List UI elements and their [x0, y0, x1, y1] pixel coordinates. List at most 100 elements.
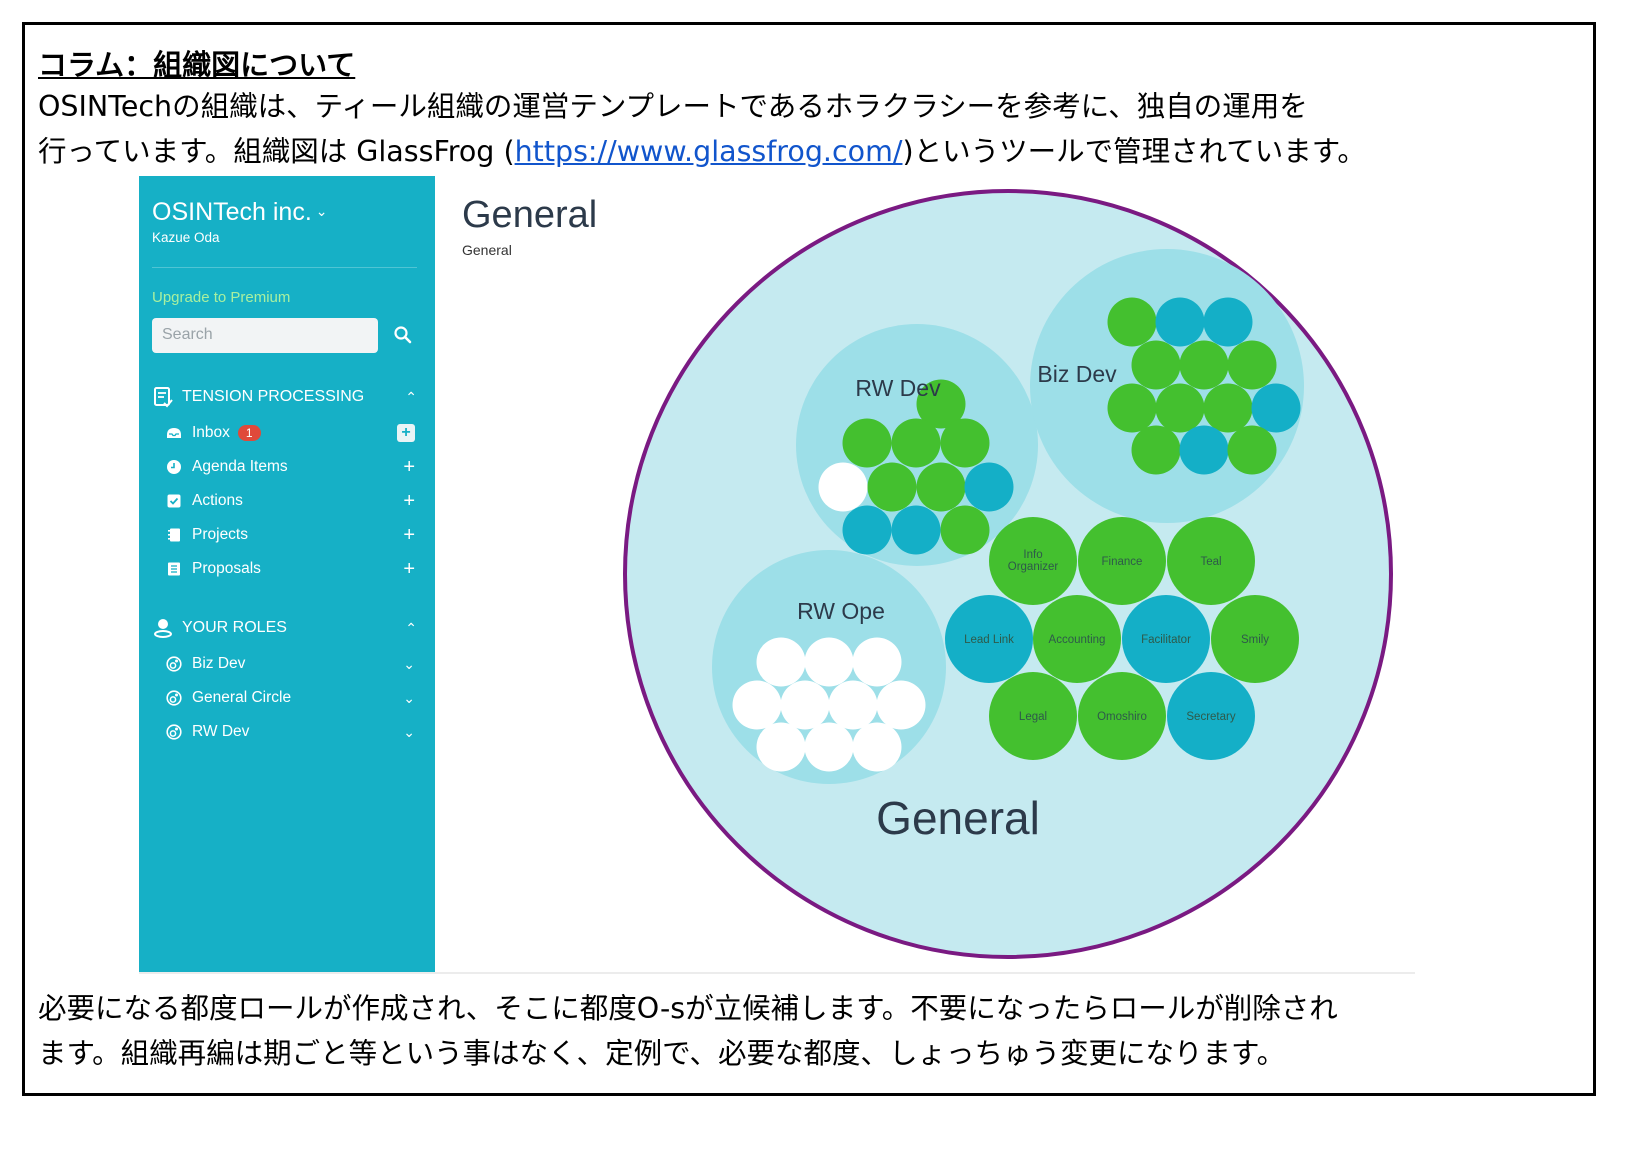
role-label: Info: [1023, 549, 1042, 561]
item-label: Inbox: [192, 424, 230, 441]
add-proposal-button[interactable]: +: [403, 559, 415, 579]
sidebar: OSINTech inc. ⌄ Kazue Oda Upgrade to Prem…: [139, 176, 435, 972]
chevron-down-icon: ⌄: [315, 203, 328, 219]
role-bubble[interactable]: [818, 462, 868, 512]
role-label: Organizer: [1008, 561, 1059, 573]
role-bubble[interactable]: [756, 722, 806, 772]
outro-line-1: 必要になる都度ロールが作成され、そこに都度O-sが立候補します。不要になったらロ…: [38, 992, 1338, 1025]
circle-label-rw-dev: RW Dev: [855, 375, 941, 401]
item-label: General Circle: [192, 689, 292, 706]
role-bubble[interactable]: [1131, 425, 1181, 475]
role-bubble[interactable]: [1203, 383, 1253, 433]
role-label: Smily: [1241, 634, 1269, 646]
role-bubble[interactable]: [828, 680, 878, 730]
add-inbox-button[interactable]: +: [397, 424, 415, 442]
checkbox-icon: [167, 494, 181, 508]
section-label: TENSION PROCESSING: [182, 388, 365, 405]
role-bubble[interactable]: [964, 462, 1014, 512]
role-bubble[interactable]: [756, 637, 806, 687]
item-label: Agenda Items: [192, 458, 288, 475]
add-project-button[interactable]: +: [403, 525, 415, 545]
section-your-roles[interactable]: YOUR ROLES ⌃: [152, 617, 417, 639]
role-bubble[interactable]: [804, 722, 854, 772]
search-input[interactable]: Search: [152, 318, 378, 353]
org-name: OSINTech inc.: [152, 198, 312, 226]
role-bubble[interactable]: [1227, 340, 1277, 390]
role-icon: [166, 690, 182, 706]
inbox-count-badge: 1: [237, 425, 261, 441]
role-bubble[interactable]: [1155, 383, 1205, 433]
item-label: Projects: [192, 526, 248, 543]
role-bubble[interactable]: [780, 680, 830, 730]
role-label: Teal: [1200, 556, 1221, 568]
add-action-button[interactable]: +: [403, 491, 415, 511]
role-label: Finance: [1102, 556, 1143, 568]
glassfrog-link[interactable]: https://www.glassfrog.com/: [515, 135, 903, 168]
search-icon[interactable]: [393, 325, 413, 345]
role-bubble[interactable]: [940, 505, 990, 555]
item-label: RW Dev: [192, 723, 250, 740]
sidebar-item-agenda-items[interactable]: Agenda Items +: [166, 457, 415, 477]
tension-list-icon: [154, 387, 173, 408]
section-label: YOUR ROLES: [182, 619, 287, 636]
inbox-icon: [167, 428, 181, 438]
role-bubble[interactable]: [940, 418, 990, 468]
section-tension-processing[interactable]: TENSION PROCESSING ⌃: [152, 386, 417, 408]
chevron-up-icon[interactable]: ⌃: [405, 389, 417, 406]
role-bubble[interactable]: [891, 418, 941, 468]
circle-label-general: General: [876, 792, 1040, 844]
upgrade-link[interactable]: Upgrade to Premium: [152, 289, 290, 306]
role-bubble[interactable]: [1203, 297, 1253, 347]
sidebar-item-projects[interactable]: Projects +: [166, 525, 415, 545]
chevron-down-icon[interactable]: ⌄: [403, 690, 415, 706]
role-bubble[interactable]: [1227, 425, 1277, 475]
clock-icon: [167, 460, 181, 474]
sidebar-role-general-circle[interactable]: General Circle ⌄: [166, 689, 415, 707]
sidebar-role-rw-dev[interactable]: RW Dev ⌄: [166, 723, 415, 741]
role-bubble[interactable]: [732, 680, 782, 730]
role-label: Omoshiro: [1097, 711, 1147, 723]
role-bubble[interactable]: [852, 637, 902, 687]
intro-paragraph: OSINTechの組織は、ティール組織の運営テンプレートであるホラクラシーを参考…: [38, 84, 1366, 174]
role-bubble[interactable]: [842, 418, 892, 468]
role-bubble[interactable]: [1179, 425, 1229, 475]
document-icon: [168, 562, 180, 576]
add-agenda-item-button[interactable]: +: [403, 457, 415, 477]
sidebar-item-actions[interactable]: Actions +: [166, 491, 415, 511]
role-bubble[interactable]: [1131, 340, 1181, 390]
role-bubble[interactable]: [1155, 297, 1205, 347]
sidebar-item-inbox[interactable]: Inbox 1 +: [166, 424, 415, 442]
chevron-up-icon[interactable]: ⌃: [405, 620, 417, 637]
role-icon: [166, 656, 182, 672]
item-label: Biz Dev: [192, 655, 246, 672]
role-bubble[interactable]: [891, 505, 941, 555]
chevron-down-icon[interactable]: ⌄: [403, 656, 415, 672]
intro-line-1: OSINTechの組織は、ティール組織の運営テンプレートであるホラクラシーを参考…: [38, 90, 1308, 123]
user-role-icon: [154, 619, 172, 638]
role-bubble[interactable]: [1179, 340, 1229, 390]
glassfrog-screenshot: OSINTech inc. ⌄ Kazue Oda Upgrade to Prem…: [139, 176, 1415, 974]
user-name: Kazue Oda: [152, 230, 220, 245]
chevron-down-icon[interactable]: ⌄: [403, 724, 415, 740]
role-bubble[interactable]: [1251, 383, 1301, 433]
org-chart: RW Dev Biz Dev RW Ope InfoOrganizer Finance T…: [623, 189, 1393, 959]
role-bubble[interactable]: [852, 722, 902, 772]
role-label: Legal: [1019, 711, 1047, 723]
org-switcher[interactable]: OSINTech inc. ⌄: [152, 198, 328, 227]
item-label: Proposals: [192, 560, 261, 577]
role-bubble[interactable]: [804, 637, 854, 687]
column-title: コラム：組織図について: [38, 48, 356, 82]
role-bubble[interactable]: [876, 680, 926, 730]
role-bubble[interactable]: [1107, 297, 1157, 347]
sidebar-role-biz-dev[interactable]: Biz Dev ⌄: [166, 655, 415, 673]
role-label: Facilitator: [1141, 634, 1191, 646]
role-icon: [166, 724, 182, 740]
role-label: Accounting: [1049, 634, 1106, 646]
role-bubble[interactable]: [916, 462, 966, 512]
sidebar-item-proposals[interactable]: Proposals +: [166, 559, 415, 579]
outro-paragraph: 必要になる都度ロールが作成され、そこに都度O-sが立候補します。不要になったらロ…: [38, 986, 1338, 1076]
role-bubble[interactable]: [867, 462, 917, 512]
role-bubble[interactable]: [842, 505, 892, 555]
intro-line-2: 行っています。組織図は GlassFrog (https://www.glass…: [38, 129, 1366, 174]
role-bubble[interactable]: [1107, 383, 1157, 433]
